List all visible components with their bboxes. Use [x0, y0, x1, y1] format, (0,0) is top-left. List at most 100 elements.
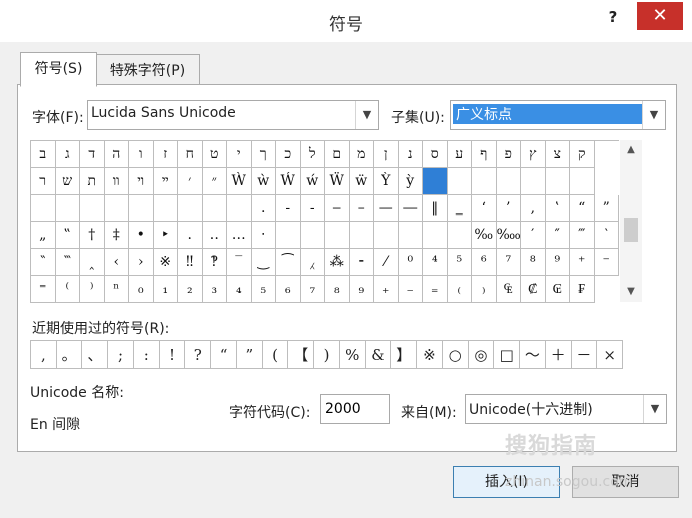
symbol-cell[interactable]: “ [570, 195, 595, 222]
symbol-cell[interactable]: ‴ [570, 222, 595, 249]
symbol-cell[interactable]: Ẅ [325, 168, 350, 195]
symbol-cell[interactable]: ‽ [202, 249, 227, 276]
symbol-cell[interactable]: ג [55, 141, 80, 168]
symbol-cell[interactable]: ‒ [325, 195, 350, 222]
symbol-cell[interactable]: ף [472, 141, 497, 168]
symbol-cell[interactable]: ₈ [325, 276, 350, 303]
symbol-cell[interactable] [80, 195, 105, 222]
symbol-cell[interactable]: ⁺ [570, 249, 595, 276]
recent-symbol-cell[interactable]: ( [262, 341, 289, 369]
symbol-cell[interactable]: • [129, 222, 154, 249]
symbol-cell[interactable]: ז [153, 141, 178, 168]
chevron-down-icon[interactable]: ▼ [642, 101, 665, 129]
subset-select[interactable]: 广义标点 ▼ [450, 100, 666, 130]
recent-symbol-cell[interactable]: □ [494, 341, 521, 369]
symbol-cell[interactable] [129, 195, 154, 222]
symbol-cell[interactable] [423, 168, 448, 195]
recent-symbol-cell[interactable]: 。 [56, 341, 83, 369]
symbol-cell[interactable] [545, 168, 570, 195]
symbol-cell[interactable]: ※ [153, 249, 178, 276]
recent-symbol-cell[interactable]: ○ [442, 341, 469, 369]
symbol-cell[interactable] [55, 195, 80, 222]
symbol-cell[interactable] [447, 222, 472, 249]
symbol-cell[interactable]: ץ [521, 141, 546, 168]
recent-symbol-cell[interactable]: － [571, 341, 598, 369]
recent-symbol-cell[interactable]: 、 [82, 341, 109, 369]
symbol-cell[interactable]: ם [325, 141, 350, 168]
symbol-cell[interactable]: ח [178, 141, 203, 168]
symbol-cell[interactable]: ױ [129, 168, 154, 195]
char-code-input[interactable] [320, 394, 390, 424]
symbol-cell[interactable] [325, 222, 350, 249]
symbol-cell[interactable]: ד [80, 141, 105, 168]
symbol-cell[interactable]: ב [31, 141, 56, 168]
symbol-cell[interactable]: ⁿ [104, 276, 129, 303]
symbol-cell[interactable]: ” [594, 195, 619, 222]
symbol-cell[interactable]: ‟ [55, 222, 80, 249]
chevron-down-icon[interactable]: ▼ [643, 395, 666, 423]
recent-symbol-cell[interactable]: ) [314, 341, 340, 369]
tab-symbols[interactable]: 符号(S) [20, 52, 97, 87]
symbol-cell[interactable]: ₁ [153, 276, 178, 303]
symbol-cell[interactable]: — [374, 195, 399, 222]
symbol-cell[interactable]: ס [423, 141, 448, 168]
symbol-cell[interactable]: ― [398, 195, 423, 222]
chevron-down-icon[interactable]: ▼ [355, 101, 378, 129]
symbol-cell[interactable]: † [80, 222, 105, 249]
symbol-cell[interactable]: ‱ [496, 222, 521, 249]
symbol-cell[interactable]: ẁ [251, 168, 276, 195]
symbol-cell[interactable] [227, 195, 252, 222]
symbol-cell[interactable]: – [349, 195, 374, 222]
symbol-cell[interactable]: ‖ [423, 195, 448, 222]
symbol-cell[interactable]: ․ [178, 222, 203, 249]
symbol-cell[interactable]: ו [129, 141, 154, 168]
symbol-cell[interactable]: ⁰ [398, 249, 423, 276]
symbol-cell[interactable] [104, 195, 129, 222]
symbol-cell[interactable] [153, 195, 178, 222]
symbol-cell[interactable]: Ẃ [276, 168, 301, 195]
symbol-cell[interactable]: ק [570, 141, 595, 168]
symbol-cell[interactable]: ן [374, 141, 399, 168]
symbol-cell[interactable]: ″ [545, 222, 570, 249]
symbol-cell[interactable]: ⁶ [472, 249, 497, 276]
recent-symbol-cell[interactable]: ” [236, 341, 263, 369]
scroll-thumb[interactable] [624, 218, 638, 242]
symbol-cell[interactable] [349, 222, 374, 249]
symbol-cell[interactable]: ‼ [178, 249, 203, 276]
symbol-cell[interactable]: ⁵ [447, 249, 472, 276]
symbol-cell[interactable]: ₄ [227, 276, 252, 303]
symbol-cell[interactable]: ש [55, 168, 80, 195]
symbol-cell[interactable] [423, 222, 448, 249]
symbol-cell[interactable]: ‛ [545, 195, 570, 222]
symbol-cell[interactable]: ת [80, 168, 105, 195]
recent-symbol-cell[interactable]: & [365, 341, 392, 369]
symbol-cell[interactable]: ⁁ [300, 249, 325, 276]
symbol-cell[interactable] [447, 168, 472, 195]
symbol-cell[interactable] [178, 195, 203, 222]
symbol-cell[interactable]: ל [300, 141, 325, 168]
symbol-cell[interactable] [496, 168, 521, 195]
help-button[interactable]: ? [600, 8, 626, 30]
symbol-cell[interactable]: - [276, 195, 301, 222]
font-select[interactable]: Lucida Sans Unicode ▼ [87, 100, 379, 130]
scroll-up-icon[interactable]: ▲ [620, 140, 642, 160]
symbol-cell[interactable]: ’ [496, 195, 521, 222]
symbol-cell[interactable]: ₇ [300, 276, 325, 303]
symbol-cell[interactable]: ‗ [447, 195, 472, 222]
symbol-cell[interactable]: ר [31, 168, 56, 195]
symbol-cell[interactable]: ׳ [178, 168, 203, 195]
symbol-cell[interactable]: ₆ [276, 276, 301, 303]
symbol-cell[interactable]: ₍ [447, 276, 472, 303]
symbol-cell[interactable]: כ [276, 141, 301, 168]
recent-symbol-cell[interactable]: 】 [391, 341, 418, 369]
symbol-cell[interactable] [300, 222, 325, 249]
symbol-cell[interactable]: ⁻ [594, 249, 619, 276]
close-button[interactable]: ✕ [637, 2, 683, 30]
symbol-cell[interactable]: ⁴ [423, 249, 448, 276]
symbol-cell[interactable]: ‣ [153, 222, 178, 249]
recent-symbol-cell[interactable]: 【 [288, 341, 315, 369]
symbol-cell[interactable] [398, 222, 423, 249]
recent-symbol-cell[interactable]: ～ [520, 341, 546, 369]
symbol-cell[interactable]: ẅ [349, 168, 374, 195]
symbol-cell[interactable]: נ [398, 141, 423, 168]
